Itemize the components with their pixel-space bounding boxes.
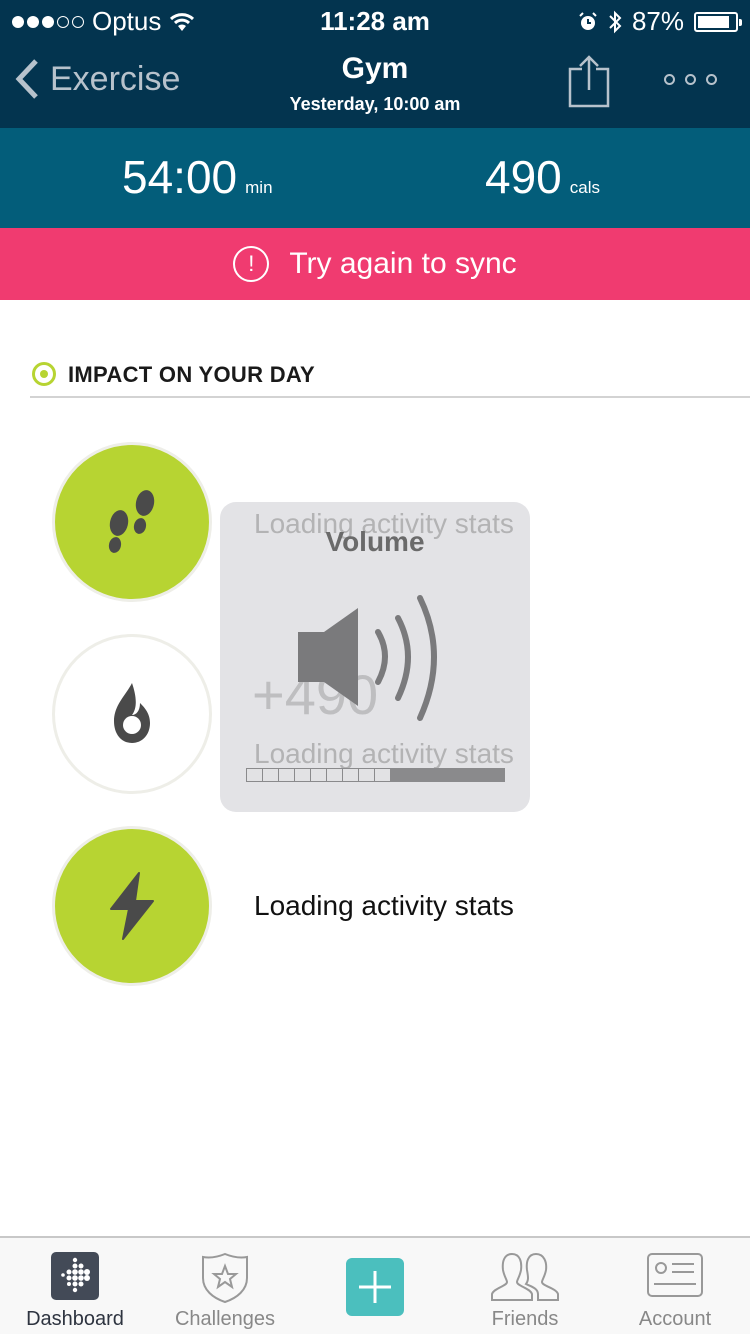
account-card-icon — [647, 1253, 703, 1297]
footsteps-icon — [108, 490, 155, 553]
calories-impact-text: Loading activity stats — [254, 738, 514, 769]
calories-unit: cals — [569, 178, 600, 197]
calories-circle — [52, 634, 212, 794]
alarm-icon — [579, 11, 597, 30]
share-button[interactable] — [568, 54, 610, 115]
volume-level-bar — [246, 768, 505, 782]
tab-dashboard[interactable]: Dashboard — [0, 1238, 150, 1334]
lightning-icon — [110, 872, 154, 940]
volume-segment — [343, 769, 358, 781]
flame-icon — [114, 683, 150, 743]
status-bar: Optus 11:28 am 87% — [0, 0, 750, 40]
exercise-detail-screen: Optus 11:28 am 87% Exercise Gym Yesterda… — [0, 0, 750, 1334]
steps-circle — [52, 442, 212, 602]
more-dot-icon — [685, 74, 696, 85]
volume-segment — [263, 769, 278, 781]
bluetooth-icon — [609, 10, 622, 33]
section-title: IMPACT ON YOUR DAY — [68, 362, 316, 387]
duration-unit: min — [245, 178, 273, 197]
header: Optus 11:28 am 87% Exercise Gym Yesterda… — [0, 0, 750, 128]
more-options-button[interactable] — [664, 74, 717, 85]
more-dot-icon — [706, 74, 717, 85]
volume-segment — [327, 769, 342, 781]
speaker-icon — [298, 595, 437, 721]
exercise-summary: 54:00 min 490 cals — [0, 128, 750, 228]
volume-title: Volume — [325, 526, 425, 557]
tab-label: Challenges — [174, 1308, 276, 1330]
challenges-shield-icon — [202, 1252, 248, 1304]
dashboard-icon — [51, 1252, 99, 1300]
volume-segment — [311, 769, 326, 781]
calories-value: 490 — [485, 151, 562, 203]
add-button[interactable] — [346, 1258, 404, 1316]
active-minutes-circle — [52, 826, 212, 986]
plus-icon — [359, 1271, 391, 1303]
page-title: Gym — [341, 52, 409, 85]
volume-segment — [247, 769, 262, 781]
battery-percent: 87% — [631, 6, 684, 36]
tab-label: Dashboard — [26, 1308, 124, 1330]
page-subtitle: Yesterday, 10:00 am — [289, 94, 461, 114]
navigation-bar: Exercise Gym Yesterday, 10:00 am — [0, 40, 750, 128]
tab-label: Account — [638, 1308, 712, 1330]
active-minutes-text: Loading activity stats — [254, 890, 514, 921]
tab-label: Friends — [491, 1308, 559, 1330]
status-right: 87% — [578, 6, 742, 37]
impact-section-header: IMPACT ON YOUR DAY — [30, 356, 750, 398]
alert-icon: ! — [233, 246, 270, 282]
more-dot-icon — [664, 74, 675, 85]
duration-stat: 54:00 min — [122, 150, 273, 204]
volume-hud: Loading activity stats Volume +490 Loadi… — [220, 502, 530, 812]
sync-retry-banner[interactable]: ! Try again to sync — [0, 228, 750, 300]
duration-value: 54:00 — [122, 151, 238, 203]
volume-segment — [375, 769, 390, 781]
calories-stat: 490 cals — [485, 150, 600, 204]
tab-account[interactable]: Account — [600, 1238, 750, 1334]
tab-friends[interactable]: Friends — [450, 1238, 600, 1334]
tab-bar: Dashboard Challenges Friends Account — [0, 1236, 750, 1334]
battery-icon — [694, 11, 742, 32]
volume-segment — [279, 769, 294, 781]
tab-challenges[interactable]: Challenges — [150, 1238, 300, 1334]
friends-icon — [491, 1252, 559, 1301]
volume-segment — [295, 769, 310, 781]
volume-segment — [359, 769, 374, 781]
battery-level — [698, 15, 730, 28]
target-icon — [32, 362, 56, 386]
share-icon — [568, 55, 610, 108]
sync-label: Try again to sync — [289, 247, 517, 280]
